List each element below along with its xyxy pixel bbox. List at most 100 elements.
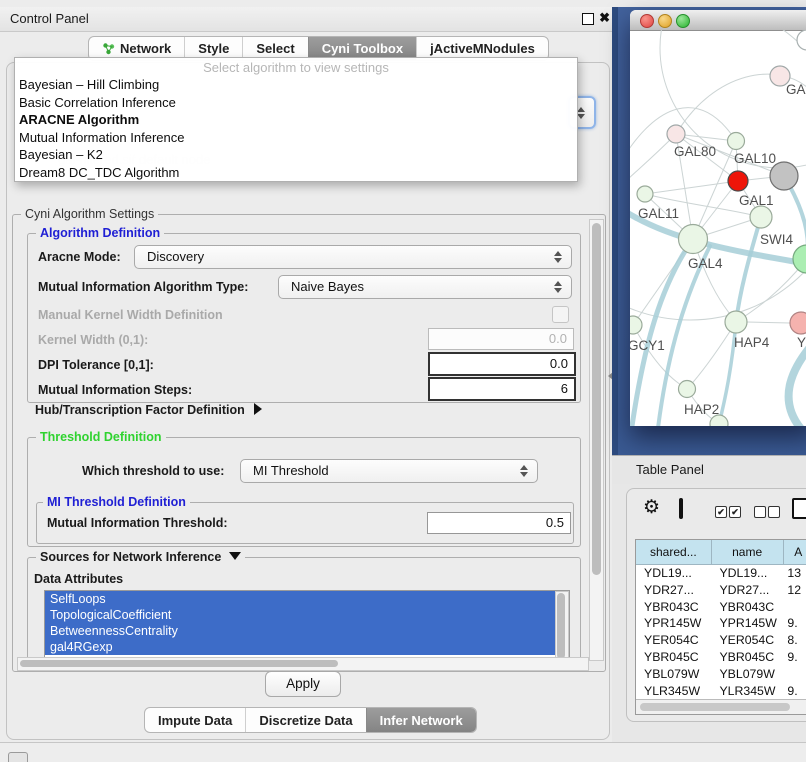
- network-node-gal10[interactable]: [728, 133, 745, 150]
- checked-checkbox-icon-1[interactable]: ✔: [715, 506, 727, 518]
- column-header-shared[interactable]: shared...: [636, 540, 712, 564]
- table-horizontal-scrollbar[interactable]: [636, 699, 806, 714]
- float-window-icon[interactable]: [582, 13, 594, 25]
- network-node-gal4[interactable]: [679, 225, 708, 254]
- which-threshold-select[interactable]: MI Threshold: [240, 459, 538, 483]
- document-icon[interactable]: [792, 498, 806, 519]
- threshold-definition-group: Threshold Definition Which threshold to …: [27, 437, 581, 547]
- network-node-hap2[interactable]: [679, 381, 696, 398]
- checked-checkbox-icon-2[interactable]: ✔: [729, 506, 741, 518]
- network-node-edge-circle[interactable]: [797, 30, 806, 50]
- tab-discretize-data-label: Discretize Data: [259, 713, 352, 728]
- table-cell: YBR043C: [711, 599, 783, 616]
- network-icon: [102, 42, 115, 55]
- tab-discretize-data[interactable]: Discretize Data: [245, 708, 365, 732]
- mi-steps-field[interactable]: 6: [428, 377, 576, 401]
- minimize-traffic-light[interactable]: [658, 14, 672, 28]
- which-threshold-value: MI Threshold: [253, 463, 329, 478]
- tab-jactivemnodules-label: jActiveMNodules: [430, 41, 535, 56]
- network-node-gcy1[interactable]: [630, 316, 642, 334]
- aracne-mode-label: Aracne Mode:: [38, 250, 121, 264]
- network-node-gal1[interactable]: [750, 206, 772, 228]
- table-row[interactable]: YDL19...YDL19...13: [636, 565, 806, 582]
- aracne-mode-select[interactable]: Discovery: [134, 245, 572, 269]
- table-row[interactable]: YBR043CYBR043C: [636, 599, 806, 616]
- table-row[interactable]: YBL079WYBL079W: [636, 666, 806, 683]
- network-node-red-node[interactable]: [728, 171, 748, 191]
- zoom-traffic-light[interactable]: [676, 14, 690, 28]
- algorithm-dropdown-popup: Select algorithm to view settings Bayesi…: [14, 57, 578, 182]
- network-node-hap4[interactable]: [725, 311, 747, 333]
- table-cell: YBR045C: [711, 649, 783, 666]
- dropdown-item-dream8-dc-tdc-algorithm[interactable]: Dream8 DC_TDC Algorithm: [15, 164, 577, 182]
- which-threshold-label: Which threshold to use:: [82, 464, 224, 478]
- table-cell: YDR27...: [711, 582, 783, 599]
- network-node-swi4[interactable]: [793, 245, 806, 273]
- mi-type-label: Mutual Information Algorithm Type:: [38, 280, 248, 294]
- mi-threshold-group: MI Threshold Definition Mutual Informati…: [36, 502, 574, 544]
- dropdown-item-bayesian-k2[interactable]: Bayesian – K2: [15, 146, 577, 164]
- tab-impute-data[interactable]: Impute Data: [145, 708, 245, 732]
- sources-expander[interactable]: Sources for Network Inference: [36, 550, 245, 564]
- table-panel-title: Table Panel: [636, 462, 704, 477]
- unchecked-checkbox-icon-1[interactable]: [754, 506, 766, 518]
- data-attributes-list: SelfLoopsTopologicalCoefficientBetweenne…: [44, 590, 570, 662]
- dpi-tolerance-field[interactable]: 0.0: [428, 352, 576, 376]
- column-header-a[interactable]: A: [784, 540, 806, 564]
- table-cell: YBL079W: [636, 666, 711, 683]
- attribute-item-selfloops[interactable]: SelfLoops: [45, 591, 557, 607]
- table-cell: YLR345W: [711, 683, 783, 699]
- table-cell: YDL19...: [711, 565, 783, 582]
- dropdown-item-aracne-algorithm[interactable]: ARACNE Algorithm: [15, 111, 577, 129]
- table-cell: 9.: [783, 683, 806, 699]
- settings-vertical-scrollbar[interactable]: [589, 219, 604, 661]
- tab-infer-network-label: Infer Network: [380, 713, 463, 728]
- hub-definition-expander[interactable]: Hub/Transcription Factor Definition: [35, 403, 262, 417]
- network-node-salmon-node[interactable]: [790, 312, 806, 334]
- close-panel-icon[interactable]: ✖: [599, 10, 610, 26]
- attribute-item-topologicalcoefficient[interactable]: TopologicalCoefficient: [45, 607, 557, 623]
- table-row[interactable]: YPR145WYPR145W9.: [636, 615, 806, 632]
- desktop-edge-shade: [612, 7, 618, 455]
- network-node-gray-node[interactable]: [770, 162, 798, 190]
- manual-kernel-checkbox[interactable]: [552, 306, 569, 323]
- node-label-hap2: HAP2: [684, 402, 719, 417]
- mi-threshold-field[interactable]: 0.5: [427, 512, 571, 534]
- attribute-item-betweennesscentrality[interactable]: BetweennessCentrality: [45, 623, 557, 639]
- node-label-gal80: GAL80: [674, 144, 716, 159]
- mi-algorithm-type-select[interactable]: Naive Bayes: [278, 275, 572, 299]
- network-window-titlebar[interactable]: [630, 10, 806, 31]
- settings-horizontal-scrollbar[interactable]: [17, 657, 589, 671]
- network-node-gal11[interactable]: [637, 186, 653, 202]
- dropdown-item-basic-correlation-inference[interactable]: Basic Correlation Inference: [15, 94, 577, 112]
- kernel-width-field[interactable]: 0.0: [428, 328, 574, 350]
- table-row[interactable]: YDR27...YDR27...12: [636, 582, 806, 599]
- spinner-arrows-icon: [520, 465, 528, 477]
- close-traffic-light[interactable]: [640, 14, 654, 28]
- network-node-gal80[interactable]: [667, 125, 685, 143]
- tab-impute-data-label: Impute Data: [158, 713, 232, 728]
- collapse-down-icon: [229, 552, 241, 560]
- tab-cyni-toolbox-label: Cyni Toolbox: [322, 41, 403, 56]
- column-header-name[interactable]: name: [712, 540, 784, 564]
- table-row[interactable]: YLR345WYLR345W9.: [636, 683, 806, 699]
- dropdown-item-bayesian-hill-climbing[interactable]: Bayesian – Hill Climbing: [15, 76, 577, 94]
- list-scrollbar[interactable]: [555, 591, 569, 662]
- table-cell: 12: [783, 582, 806, 599]
- mi-threshold-group-title: MI Threshold Definition: [43, 495, 190, 509]
- tab-infer-network[interactable]: Infer Network: [366, 708, 476, 732]
- unchecked-checkbox-icon-2[interactable]: [768, 506, 780, 518]
- table-cell: 9.: [783, 615, 806, 632]
- node-label-swi4: SWI4: [760, 232, 793, 247]
- spinner-arrows-icon: [554, 281, 562, 293]
- gear-icon[interactable]: ⚙: [643, 498, 660, 517]
- table-row[interactable]: YBR045CYBR045C9.: [636, 649, 806, 666]
- network-canvas[interactable]: GALGAL80GAL10GAL1GAL11SWI4GAL4GCY1HAP4YH…: [630, 30, 806, 426]
- node-label-gal11: GAL11: [638, 206, 679, 221]
- cyni-mode-tabstrip: Impute Data Discretize Data Infer Network: [144, 707, 477, 733]
- table-row[interactable]: YER054CYER054C8.: [636, 632, 806, 649]
- dropdown-item-mutual-information-inference[interactable]: Mutual Information Inference: [15, 129, 577, 147]
- apply-button[interactable]: Apply: [265, 671, 341, 697]
- columns-icon[interactable]: [679, 498, 683, 519]
- attribute-item-gal4rgexp[interactable]: gal4RGexp: [45, 639, 557, 655]
